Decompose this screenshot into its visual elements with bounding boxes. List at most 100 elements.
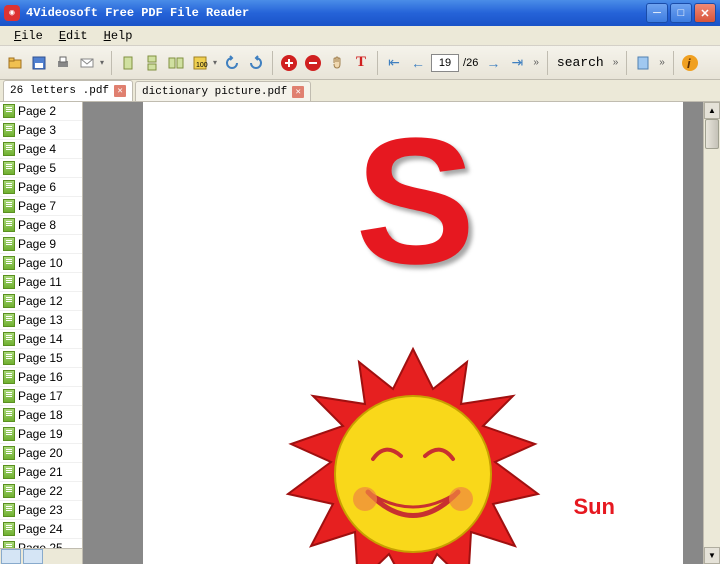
rotate-left-button[interactable] xyxy=(221,52,243,74)
toolbar-overflow-2[interactable]: » xyxy=(656,57,668,68)
single-page-button[interactable] xyxy=(117,52,139,74)
scroll-down-button[interactable]: ▼ xyxy=(704,547,720,564)
page-icon xyxy=(3,199,15,213)
page-thumbnail-item[interactable]: Page 13 xyxy=(0,311,82,330)
close-button[interactable]: ✕ xyxy=(694,3,716,23)
titlebar: ◉ 4Videosoft Free PDF File Reader ─ □ ✕ xyxy=(0,0,720,26)
page-list[interactable]: Page 2 Page 3 Page 4 Page 5Page 6 Page 7 Page… xyxy=(0,102,82,548)
page-item-label: Page 14 xyxy=(18,332,63,346)
page-thumbnail-item[interactable]: Page 5 xyxy=(0,159,82,178)
menu-file[interactable]: File xyxy=(6,27,51,45)
page-icon xyxy=(3,370,15,384)
page-icon xyxy=(3,104,15,118)
page-icon xyxy=(3,218,15,232)
text-select-button[interactable]: T xyxy=(350,52,372,74)
scroll-thumb[interactable] xyxy=(705,119,719,149)
page-thumbnail-item[interactable]: Page 7 xyxy=(0,197,82,216)
page-item-label: Page 17 xyxy=(18,389,63,403)
fit-width-button[interactable]: 100 xyxy=(189,52,211,74)
info-button[interactable]: i xyxy=(679,52,701,74)
page-thumbnail-item[interactable]: Page 18 xyxy=(0,406,82,425)
page-icon xyxy=(3,256,15,270)
last-page-button[interactable]: ⇥ xyxy=(506,52,528,74)
document-tabs: 26 letters .pdf ✕ dictionary picture.pdf… xyxy=(0,80,720,102)
vertical-scrollbar[interactable]: ▲ ▼ xyxy=(703,102,720,564)
tab-26-letters[interactable]: 26 letters .pdf ✕ xyxy=(3,80,133,101)
tab-dictionary-picture[interactable]: dictionary picture.pdf ✕ xyxy=(135,81,311,101)
page-thumbnail-item[interactable]: Page 4 xyxy=(0,140,82,159)
page-thumbnail-item[interactable]: Page 3 xyxy=(0,121,82,140)
first-page-button[interactable]: ⇤ xyxy=(383,52,405,74)
page-item-label: Page 23 xyxy=(18,503,63,517)
page-icon xyxy=(3,389,15,403)
page-thumbnail-item[interactable]: Page 9 xyxy=(0,235,82,254)
menu-edit[interactable]: Edit xyxy=(51,27,96,45)
page-total-label: /26 xyxy=(461,57,480,69)
page-canvas[interactable]: S xyxy=(143,102,683,564)
zoom-in-button[interactable] xyxy=(278,52,300,74)
page-thumbnail-item[interactable]: Page 10 xyxy=(0,254,82,273)
window-title: 4Videosoft Free PDF File Reader xyxy=(26,6,646,20)
sidebar-tab-bookmarks[interactable] xyxy=(23,549,43,564)
email-button[interactable] xyxy=(76,52,98,74)
page-thumbnail-item[interactable]: Page 21 xyxy=(0,463,82,482)
page-item-label: Page 4 xyxy=(18,142,56,156)
save-button[interactable] xyxy=(28,52,50,74)
page-number-input[interactable] xyxy=(431,54,459,72)
page-thumbnail-item[interactable]: Page 6 xyxy=(0,178,82,197)
prev-page-button[interactable]: ← xyxy=(407,52,429,74)
page-thumbnail-item[interactable]: Page 17 xyxy=(0,387,82,406)
page-thumbnail-item[interactable]: Page 11 xyxy=(0,273,82,292)
maximize-button[interactable]: □ xyxy=(670,3,692,23)
page-thumbnail-item[interactable]: Page 16 xyxy=(0,368,82,387)
print-button[interactable] xyxy=(52,52,74,74)
open-button[interactable] xyxy=(4,52,26,74)
page-thumbnail-item[interactable]: Page 19 xyxy=(0,425,82,444)
page-item-label: Page 3 xyxy=(18,123,56,137)
toolbar: ▾ 100 ▾ T ⇤ ← /26 → ⇥ » search » » i xyxy=(0,46,720,80)
page-thumbnail-item[interactable]: Page 2 xyxy=(0,102,82,121)
page-item-label: Page 11 xyxy=(18,275,62,289)
menu-help[interactable]: Help xyxy=(96,27,141,45)
page-thumbnail-item[interactable]: Page 22 xyxy=(0,482,82,501)
page-item-label: Page 7 xyxy=(18,199,56,213)
page-thumbnail-item[interactable]: Page 14 xyxy=(0,330,82,349)
rotate-right-button[interactable] xyxy=(245,52,267,74)
page-item-label: Page 21 xyxy=(18,465,63,479)
page-thumbnail-item[interactable]: Page 12 xyxy=(0,292,82,311)
page-thumbnail-item[interactable]: Page 15 xyxy=(0,349,82,368)
page-thumbnail-item[interactable]: Page 20 xyxy=(0,444,82,463)
sidebar-tab-thumbnails[interactable] xyxy=(1,549,21,564)
toolbar-overflow-1[interactable]: » xyxy=(530,57,542,68)
page-icon xyxy=(3,142,15,156)
page-icon xyxy=(3,275,15,289)
page-item-label: Page 10 xyxy=(18,256,63,270)
page-thumbnail-item[interactable]: Page 23 xyxy=(0,501,82,520)
page-item-label: Page 18 xyxy=(18,408,63,422)
page-thumbnail-item[interactable]: Page 24 xyxy=(0,520,82,539)
minimize-button[interactable]: ─ xyxy=(646,3,668,23)
search-label[interactable]: search xyxy=(553,55,608,70)
page-icon xyxy=(3,465,15,479)
tab-close-icon[interactable]: ✕ xyxy=(114,85,126,97)
email-dropdown[interactable]: ▾ xyxy=(98,54,106,71)
zoom-out-button[interactable] xyxy=(302,52,324,74)
next-page-button[interactable]: → xyxy=(482,52,504,74)
page-icon xyxy=(3,503,15,517)
zoom-dropdown[interactable]: ▾ xyxy=(211,54,219,71)
scroll-up-button[interactable]: ▲ xyxy=(704,102,720,119)
page-icon xyxy=(3,332,15,346)
page-icon xyxy=(3,313,15,327)
hand-tool-button[interactable] xyxy=(326,52,348,74)
bookmark-button[interactable] xyxy=(632,52,654,74)
page-thumbnail-item[interactable]: Page 25 xyxy=(0,539,82,548)
page-icon xyxy=(3,123,15,137)
app-icon: ◉ xyxy=(4,5,20,21)
page-thumbnail-item[interactable]: Page 8 xyxy=(0,216,82,235)
facing-button[interactable] xyxy=(165,52,187,74)
tab-label: 26 letters .pdf xyxy=(10,85,109,97)
search-overflow[interactable]: » xyxy=(610,57,622,68)
tab-close-icon[interactable]: ✕ xyxy=(292,86,304,98)
word-label: Sun xyxy=(573,494,615,520)
continuous-button[interactable] xyxy=(141,52,163,74)
